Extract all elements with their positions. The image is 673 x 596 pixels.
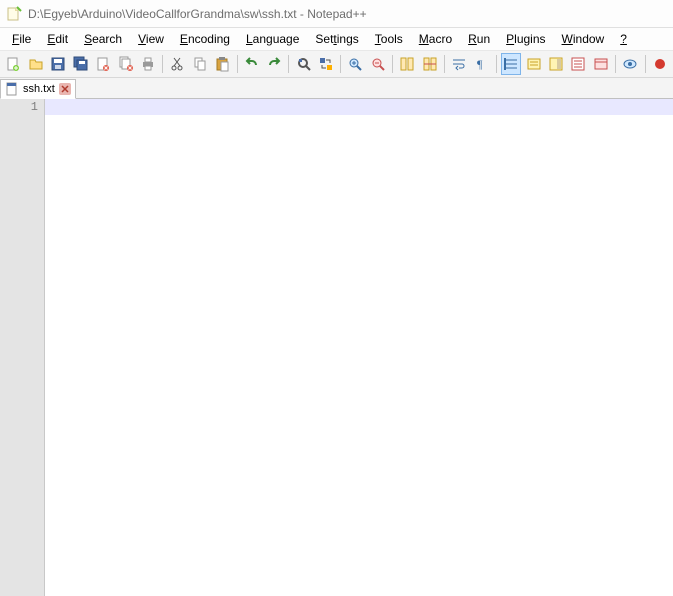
udl-icon [526,56,542,72]
redo-icon [266,56,282,72]
record-macro-button[interactable] [649,53,669,75]
toolbar-separator [288,55,289,73]
menu-item-search[interactable]: Search [76,30,130,48]
line-number: 1 [0,99,38,115]
func-list-button[interactable] [568,53,588,75]
print-icon [140,56,156,72]
menu-bar: FileEditSearchViewEncodingLanguageSettin… [0,28,673,50]
tab-bar: ssh.txt [0,78,673,99]
toolbar-separator [162,55,163,73]
monitoring-button[interactable] [620,53,640,75]
menu-item-tools[interactable]: Tools [367,30,411,48]
menu-item-[interactable]: ? [612,30,635,48]
menu-item-run[interactable]: Run [460,30,498,48]
file-tab[interactable]: ssh.txt [0,79,76,99]
save-all-button[interactable] [70,53,90,75]
text-editor[interactable] [45,99,673,596]
file-tab-label: ssh.txt [23,83,55,95]
copy-icon [192,56,208,72]
new-file-icon [5,56,21,72]
sync-vscroll-button[interactable] [397,53,417,75]
toolbar-separator [496,55,497,73]
open-file-button[interactable] [25,53,45,75]
line-number-gutter: 1 [0,99,45,596]
sync-hscroll-button[interactable] [420,53,440,75]
close-all-button[interactable] [115,53,135,75]
zoom-out-icon [370,56,386,72]
indent-guide-button[interactable] [501,53,521,75]
editor-area: 1 [0,99,673,596]
indent-guide-icon [503,56,519,72]
redo-button[interactable] [264,53,284,75]
menu-item-edit[interactable]: Edit [39,30,76,48]
toolbar-separator [615,55,616,73]
udl-button[interactable] [523,53,543,75]
close-all-icon [118,56,134,72]
sync-hscroll-icon [422,56,438,72]
record-macro-icon [652,56,668,72]
save-all-icon [73,56,89,72]
menu-item-macro[interactable]: Macro [411,30,460,48]
doc-map-icon [548,56,564,72]
find-icon [296,56,312,72]
toolbar-separator [645,55,646,73]
menu-item-file[interactable]: File [4,30,39,48]
tab-close-button[interactable] [59,83,71,95]
new-file-button[interactable] [3,53,23,75]
title-bar: D:\Egyeb\Arduino\VideoCallforGrandma\sw\… [0,0,673,28]
sync-vscroll-icon [399,56,415,72]
toolbar: ¶ [0,50,673,78]
close-icon [95,56,111,72]
toolbar-separator [392,55,393,73]
file-status-icon [5,82,19,96]
window-title: D:\Egyeb\Arduino\VideoCallforGrandma\sw\… [28,7,367,21]
monitoring-icon [622,56,638,72]
code-line[interactable] [45,99,673,115]
show-all-chars-icon: ¶ [474,56,490,72]
paste-button[interactable] [212,53,232,75]
print-button[interactable] [138,53,158,75]
cut-icon [169,56,185,72]
undo-button[interactable] [242,53,262,75]
word-wrap-icon [451,56,467,72]
copy-button[interactable] [190,53,210,75]
zoom-out-button[interactable] [368,53,388,75]
menu-item-plugins[interactable]: Plugins [498,30,553,48]
close-button[interactable] [93,53,113,75]
zoom-in-button[interactable] [345,53,365,75]
toolbar-separator [444,55,445,73]
find-button[interactable] [293,53,313,75]
save-button[interactable] [48,53,68,75]
word-wrap-button[interactable] [449,53,469,75]
undo-icon [244,56,260,72]
folder-workspace-button[interactable] [591,53,611,75]
menu-item-language[interactable]: Language [238,30,307,48]
replace-icon [318,56,334,72]
menu-item-settings[interactable]: Settings [307,30,366,48]
menu-item-window[interactable]: Window [554,30,613,48]
app-icon [6,6,22,22]
menu-item-encoding[interactable]: Encoding [172,30,238,48]
save-icon [50,56,66,72]
toolbar-separator [237,55,238,73]
menu-item-view[interactable]: View [130,30,172,48]
doc-map-button[interactable] [546,53,566,75]
folder-workspace-icon [593,56,609,72]
paste-icon [214,56,230,72]
open-file-icon [28,56,44,72]
replace-button[interactable] [316,53,336,75]
zoom-in-icon [347,56,363,72]
cut-button[interactable] [167,53,187,75]
show-all-chars-button[interactable]: ¶ [471,53,491,75]
func-list-icon [570,56,586,72]
toolbar-separator [340,55,341,73]
svg-text:¶: ¶ [477,57,483,71]
